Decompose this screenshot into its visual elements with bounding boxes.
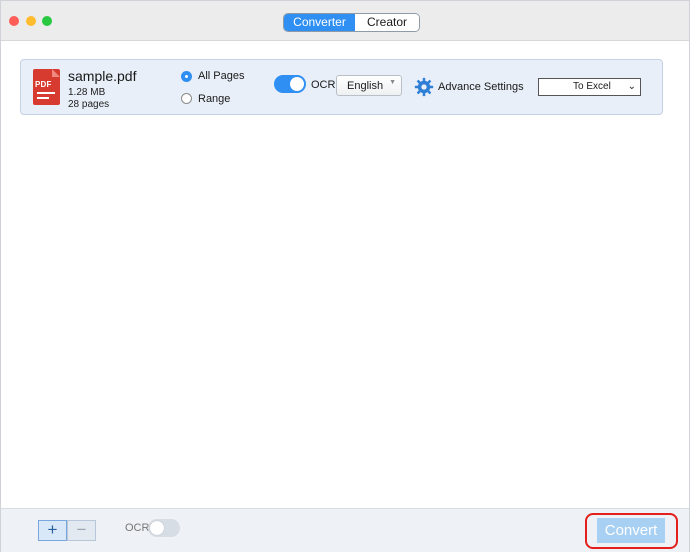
all-pages-label[interactable]: All Pages xyxy=(198,70,244,82)
advance-settings-link[interactable]: Advance Settings xyxy=(438,81,524,93)
output-format-value: To Excel xyxy=(573,81,611,92)
chevron-down-icon: ⌄ xyxy=(627,81,636,92)
batch-ocr-toggle[interactable] xyxy=(148,519,180,537)
pdf-file-icon: PDF xyxy=(33,69,60,105)
title-bar: Converter Creator xyxy=(1,1,689,41)
app-window: Converter Creator PDF sample.pdf 1.28 MB… xyxy=(0,0,690,552)
minimize-window-button[interactable] xyxy=(26,16,36,26)
bottom-toolbar: + − OCR Convert xyxy=(1,508,689,552)
file-list-item[interactable]: PDF sample.pdf 1.28 MB 28 pages All Page… xyxy=(20,59,663,115)
convert-button[interactable]: Convert xyxy=(597,518,665,543)
tab-converter[interactable]: Converter xyxy=(284,14,355,31)
mode-segmented-control: Converter Creator xyxy=(283,13,420,32)
all-pages-radio[interactable] xyxy=(181,71,192,82)
remove-file-button[interactable]: − xyxy=(67,520,96,541)
gear-icon[interactable] xyxy=(414,77,434,97)
output-format-select[interactable]: To Excel ⌄ xyxy=(538,78,641,96)
ocr-language-value: English xyxy=(347,80,384,92)
ocr-language-select[interactable]: English ▼ xyxy=(336,75,402,96)
ocr-toggle[interactable] xyxy=(274,75,306,93)
file-name: sample.pdf xyxy=(68,68,137,84)
pdf-icon-text: PDF xyxy=(35,80,52,89)
zoom-window-button[interactable] xyxy=(42,16,52,26)
ocr-label: OCR xyxy=(311,79,336,91)
chevron-down-icon: ▼ xyxy=(389,79,396,86)
range-label[interactable]: Range xyxy=(198,93,230,105)
range-radio[interactable] xyxy=(181,93,192,104)
tab-creator[interactable]: Creator xyxy=(355,14,419,31)
batch-ocr-label: OCR xyxy=(125,522,150,534)
add-file-button[interactable]: + xyxy=(38,520,67,541)
close-window-button[interactable] xyxy=(9,16,19,26)
file-size: 1.28 MB xyxy=(68,87,106,98)
file-page-count: 28 pages xyxy=(68,99,110,110)
